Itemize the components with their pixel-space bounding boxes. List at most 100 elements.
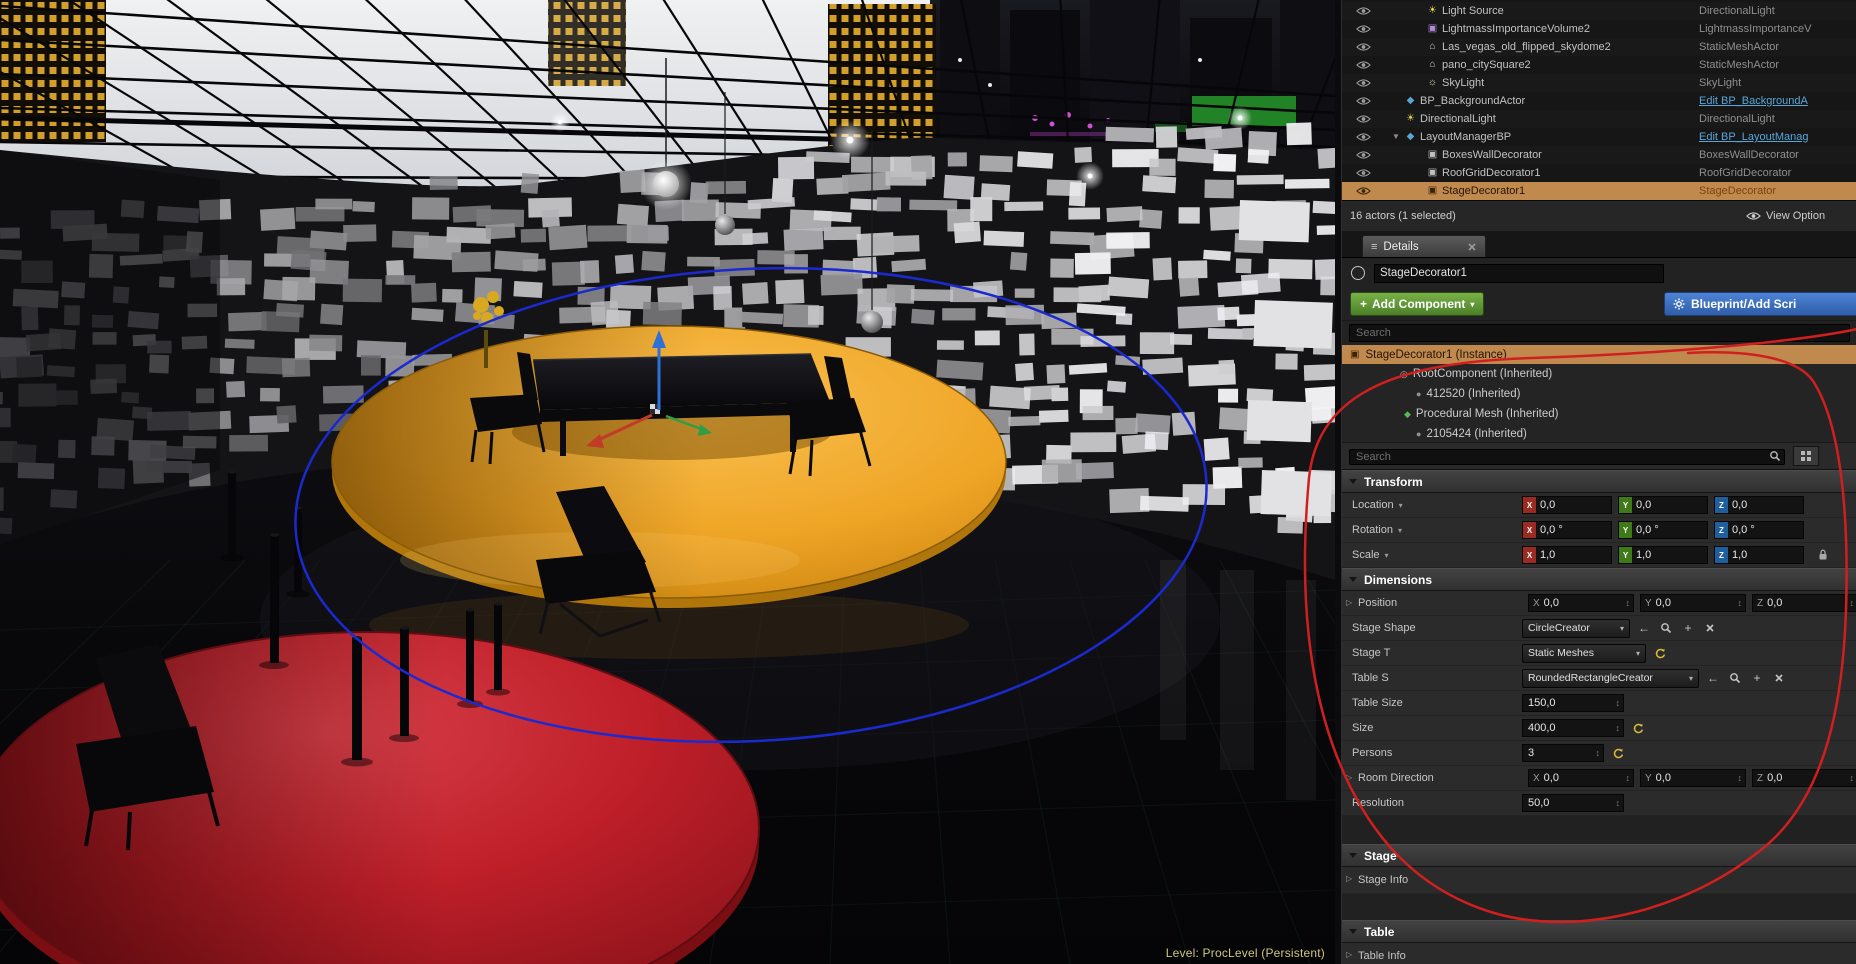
outliner-row-directional-light[interactable]: ☀ DirectionalLight DirectionalLight <box>1342 110 1856 128</box>
visibility-eye-icon[interactable] <box>1356 6 1371 16</box>
outliner-row-skylight[interactable]: ☼ SkyLight SkyLight <box>1342 74 1856 92</box>
table-size-field[interactable]: 150,0↕ <box>1522 694 1624 712</box>
component-row-root[interactable]: ◎ RootComponent (Inherited) <box>1342 364 1856 384</box>
stage-shape-dropdown[interactable]: CircleCreator▾ <box>1522 619 1630 638</box>
visibility-eye-icon[interactable] <box>1356 114 1371 124</box>
location-z-field[interactable]: Z0,0 <box>1714 496 1804 514</box>
reset-to-default-button[interactable] <box>1610 745 1626 761</box>
browse-button[interactable] <box>1658 620 1674 636</box>
expander-icon[interactable]: ▷ <box>1346 875 1352 883</box>
scale-z-field[interactable]: Z1,0 <box>1714 546 1804 564</box>
view-options-button[interactable]: View Option <box>1746 210 1825 222</box>
position-x-field[interactable]: X0,0↕ <box>1528 594 1634 612</box>
table-s-dropdown[interactable]: RoundedRectangleCreator▾ <box>1522 669 1699 688</box>
property-view-mode-button[interactable] <box>1793 446 1819 466</box>
outliner-row-bp-background[interactable]: ◆ BP_BackgroundActor Edit BP_BackgroundA <box>1342 92 1856 110</box>
outliner-row-lightmass-volume[interactable]: ▣ LightmassImportanceVolume2 LightmassIm… <box>1342 20 1856 38</box>
room-direction-x-field[interactable]: X0,0↕ <box>1528 769 1634 787</box>
component-row-procedural-mesh[interactable]: ◆ Procedural Mesh (Inherited) <box>1342 404 1856 424</box>
spinner-icon[interactable]: ↕ <box>1616 698 1621 708</box>
add-icon[interactable]: + <box>1680 620 1696 636</box>
close-icon[interactable] <box>1467 242 1477 252</box>
spinner-icon[interactable]: ↕ <box>1616 798 1621 808</box>
stage-t-dropdown[interactable]: Static Meshes▾ <box>1522 644 1646 663</box>
visibility-eye-icon[interactable] <box>1356 150 1371 160</box>
edit-blueprint-link[interactable]: Edit BP_LayoutManag <box>1699 131 1856 143</box>
add-icon[interactable]: + <box>1749 670 1765 686</box>
category-table[interactable]: Table <box>1342 920 1856 943</box>
expander-icon[interactable]: ▷ <box>1346 951 1352 959</box>
spinner-icon[interactable]: ↕ <box>1616 723 1621 733</box>
reset-to-default-button[interactable] <box>1630 720 1646 736</box>
spinner-icon[interactable]: ↕ <box>1850 773 1855 783</box>
clear-button[interactable] <box>1771 670 1787 686</box>
dropdown-caret-icon: ▾ <box>1689 674 1693 683</box>
outliner-row-boxes-wall[interactable]: ▣ BoxesWallDecorator BoxesWallDecorator <box>1342 146 1856 164</box>
component-row-412520[interactable]: ● 412520 (Inherited) <box>1342 384 1856 404</box>
dropdown-caret-icon[interactable]: ▾ <box>1399 501 1403 510</box>
expander-icon[interactable]: ▷ <box>1346 774 1352 782</box>
use-selected-icon[interactable]: ← <box>1705 670 1721 686</box>
spinner-icon[interactable]: ↕ <box>1626 598 1631 608</box>
spinner-icon[interactable]: ↕ <box>1850 598 1855 608</box>
outliner-row-light-source[interactable]: ☀ Light Source DirectionalLight <box>1342 2 1856 20</box>
property-row-table-info[interactable]: ▷ Table Info <box>1342 943 1856 964</box>
clear-button[interactable] <box>1702 620 1718 636</box>
outliner-row-pano[interactable]: ⌂ pano_citySquare2 StaticMeshActor <box>1342 56 1856 74</box>
scale-x-field[interactable]: X1,0 <box>1522 546 1612 564</box>
spinner-icon[interactable]: ↕ <box>1596 748 1601 758</box>
stage-table[interactable] <box>512 354 832 460</box>
instance-row[interactable]: ▣ StageDecorator1 (Instance) <box>1342 345 1856 364</box>
component-row-2105424[interactable]: ● 2105424 (Inherited) <box>1342 424 1856 442</box>
visibility-eye-icon[interactable] <box>1356 186 1371 196</box>
expand-arrow-icon[interactable]: ▼ <box>1392 133 1400 141</box>
location-y-field[interactable]: Y0,0 <box>1618 496 1708 514</box>
persons-field[interactable]: 3↕ <box>1522 744 1604 762</box>
visibility-eye-icon[interactable] <box>1356 60 1371 70</box>
visibility-eye-icon[interactable] <box>1356 78 1371 88</box>
lock-icon[interactable] <box>1818 549 1828 561</box>
blueprint-add-script-button[interactable]: Blueprint/Add Scri <box>1664 292 1856 316</box>
property-row-stage-info[interactable]: ▷ Stage Info <box>1342 867 1856 894</box>
outliner-row-roof-grid[interactable]: ▣ RoofGridDecorator1 RoofGridDecorator <box>1342 164 1856 182</box>
spinner-icon[interactable]: ↕ <box>1626 773 1631 783</box>
rotation-z-field[interactable]: Z0,0 ° <box>1714 521 1804 539</box>
resolution-field[interactable]: 50,0↕ <box>1522 794 1624 812</box>
scale-y-field[interactable]: Y1,0 <box>1618 546 1708 564</box>
edit-blueprint-link[interactable]: Edit BP_BackgroundA <box>1699 95 1856 107</box>
spinner-icon[interactable]: ↕ <box>1738 773 1743 783</box>
viewport-3d[interactable]: Level: ProcLevel (Persistent) <box>0 0 1335 964</box>
use-selected-icon[interactable]: ← <box>1636 620 1652 636</box>
rotation-y-field[interactable]: Y0,0 ° <box>1618 521 1708 539</box>
spinner-icon[interactable]: ↕ <box>1738 598 1743 608</box>
actor-count: 16 actors (1 selected) <box>1350 210 1456 222</box>
rotation-x-field[interactable]: X0,0 ° <box>1522 521 1612 539</box>
outliner-row-stage-decorator[interactable]: ▣ StageDecorator1 StageDecorator <box>1342 182 1856 200</box>
category-dimensions[interactable]: Dimensions <box>1342 568 1856 591</box>
browse-button[interactable] <box>1727 670 1743 686</box>
reset-to-default-button[interactable] <box>1652 645 1668 661</box>
visibility-eye-icon[interactable] <box>1356 96 1371 106</box>
tab-details[interactable]: ≡ Details <box>1362 235 1486 257</box>
dropdown-caret-icon[interactable]: ▾ <box>1398 526 1402 535</box>
room-direction-y-field[interactable]: Y0,0↕ <box>1640 769 1746 787</box>
position-y-field[interactable]: Y0,0↕ <box>1640 594 1746 612</box>
category-transform[interactable]: Transform <box>1342 470 1856 493</box>
visibility-eye-icon[interactable] <box>1356 132 1371 142</box>
visibility-eye-icon[interactable] <box>1356 24 1371 34</box>
actor-name-input[interactable] <box>1374 264 1664 283</box>
location-x-field[interactable]: X0,0 <box>1522 496 1612 514</box>
size-field[interactable]: 400,0↕ <box>1522 719 1624 737</box>
component-search-input[interactable] <box>1349 324 1850 342</box>
outliner-row-skydome[interactable]: ⌂ Las_vegas_old_flipped_skydome2 StaticM… <box>1342 38 1856 56</box>
property-search-input[interactable] <box>1349 449 1785 465</box>
room-direction-z-field[interactable]: Z0,0↕ <box>1752 769 1856 787</box>
expander-icon[interactable]: ▷ <box>1346 599 1352 607</box>
outliner-row-layout-manager[interactable]: ▼ ◆ LayoutManagerBP Edit BP_LayoutManag <box>1342 128 1856 146</box>
visibility-eye-icon[interactable] <box>1356 42 1371 52</box>
position-z-field[interactable]: Z0,0↕ <box>1752 594 1856 612</box>
dropdown-caret-icon[interactable]: ▾ <box>1385 551 1389 560</box>
visibility-eye-icon[interactable] <box>1356 168 1371 178</box>
add-component-button[interactable]: + Add Component ▾ <box>1350 292 1484 316</box>
category-stage[interactable]: Stage <box>1342 844 1856 867</box>
